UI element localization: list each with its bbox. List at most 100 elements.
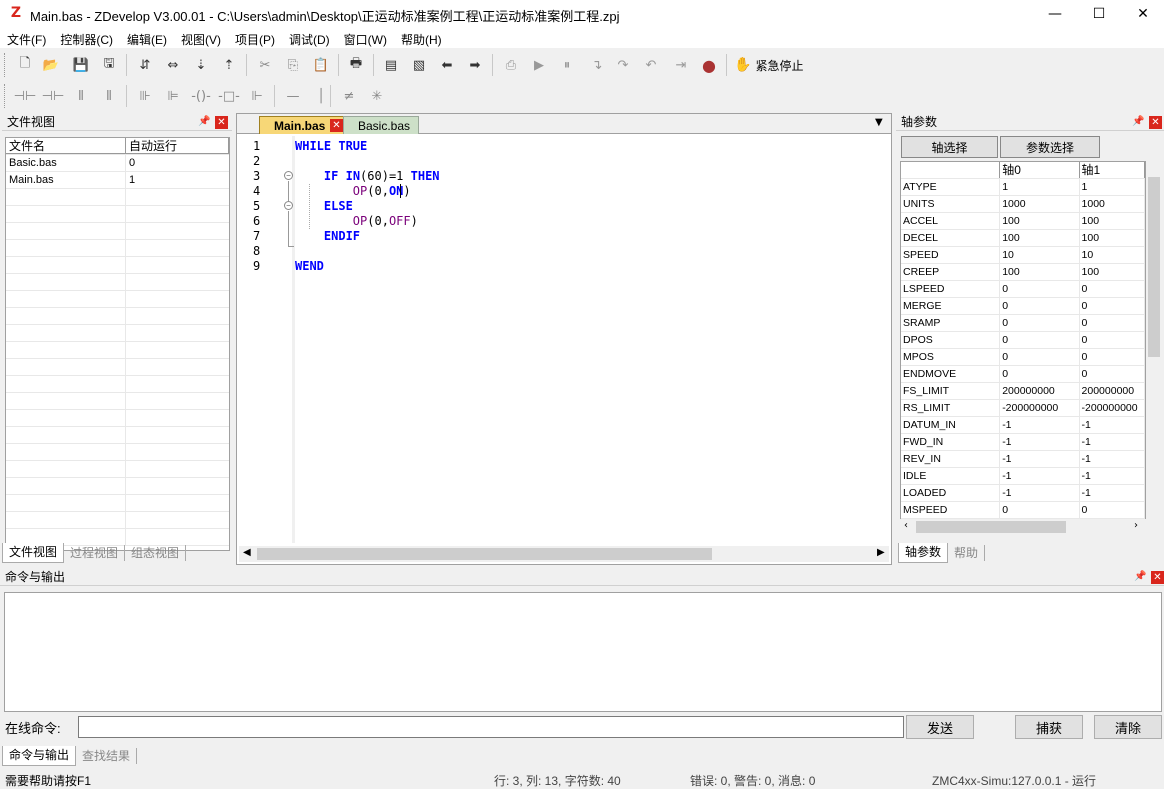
compile-all-icon[interactable]: ▧ bbox=[408, 54, 430, 76]
cut-icon[interactable]: ✂ bbox=[254, 54, 276, 76]
table-row[interactable]: SRAMP 0 0 bbox=[901, 315, 1145, 332]
minimize-button[interactable]: — bbox=[1032, 0, 1078, 28]
connect-icon[interactable]: ⇔ bbox=[162, 54, 184, 76]
tab-main-bas[interactable]: Main.bas ✕ bbox=[259, 116, 345, 134]
fold-toggle-icon[interactable]: − bbox=[284, 201, 293, 210]
menu-project[interactable]: 项目(P) bbox=[228, 28, 282, 48]
axis-select-button[interactable]: 轴选择 bbox=[901, 136, 998, 158]
parallel-nc-icon[interactable]: ⫴ bbox=[98, 85, 120, 107]
tab-process-view[interactable]: 过程视图 bbox=[64, 545, 126, 561]
axis-horizontal-scrollbar[interactable]: ‹ › bbox=[900, 519, 1146, 535]
coil-icon[interactable]: -()- bbox=[190, 85, 212, 107]
table-row[interactable]: MERGE 0 0 bbox=[901, 298, 1145, 315]
run-icon[interactable]: ▶ bbox=[528, 54, 550, 76]
menu-window[interactable]: 窗口(W) bbox=[337, 28, 394, 48]
table-row[interactable]: REV_IN -1 -1 bbox=[901, 451, 1145, 468]
table-row[interactable]: FS_LIMIT 200000000 200000000 bbox=[901, 383, 1145, 400]
capture-button[interactable]: 捕获 bbox=[1015, 715, 1083, 739]
contact-no-icon[interactable]: ⊣⊢ bbox=[14, 85, 37, 107]
table-row[interactable]: ACCEL 100 100 bbox=[901, 213, 1145, 230]
step-into-icon[interactable]: ↴ bbox=[586, 54, 608, 76]
table-row[interactable]: MSPEED 0 0 bbox=[901, 502, 1145, 519]
scroll-left-icon[interactable]: ◀ bbox=[243, 547, 251, 558]
back-arrow-icon[interactable]: ⬅ bbox=[436, 54, 458, 76]
pin-icon[interactable]: 📌 bbox=[1132, 116, 1144, 127]
copy-icon[interactable]: ⎘ bbox=[282, 54, 304, 76]
rising-edge-icon[interactable]: ⊪ bbox=[134, 85, 156, 107]
editor-horizontal-scrollbar[interactable]: ◀ ▶ bbox=[239, 546, 889, 562]
pin-icon[interactable]: 📌 bbox=[198, 116, 210, 127]
debug-start-icon[interactable]: ⎙ bbox=[500, 54, 522, 76]
table-row[interactable]: DATUM_IN -1 -1 bbox=[901, 417, 1145, 434]
instruction-icon[interactable]: -□- bbox=[218, 85, 240, 107]
toolbar-grip[interactable] bbox=[4, 53, 7, 77]
emergency-stop-button[interactable]: ✋ 紧急停止 bbox=[734, 54, 803, 76]
breakpoint-icon[interactable]: ● bbox=[698, 54, 720, 76]
falling-edge-icon[interactable]: ⊫ bbox=[162, 85, 184, 107]
send-button[interactable]: 发送 bbox=[906, 715, 974, 739]
table-row[interactable]: DPOS 0 0 bbox=[901, 332, 1145, 349]
step-over-icon[interactable]: ↷ bbox=[612, 54, 634, 76]
online-command-input[interactable] bbox=[78, 716, 904, 738]
parallel-no-icon[interactable]: ⫴ bbox=[70, 85, 92, 107]
table-row[interactable]: LSPEED 0 0 bbox=[901, 281, 1145, 298]
download-icon[interactable]: ⇵ bbox=[134, 54, 156, 76]
pause-icon[interactable]: ⏸ bbox=[556, 54, 578, 76]
table-row[interactable]: SPEED 10 10 bbox=[901, 247, 1145, 264]
menu-debug[interactable]: 调试(D) bbox=[282, 28, 337, 48]
tab-file-view[interactable]: 文件视图 bbox=[2, 543, 65, 563]
scroll-right-icon[interactable]: › bbox=[1134, 520, 1138, 531]
clear-button[interactable]: 清除 bbox=[1094, 715, 1162, 739]
maximize-button[interactable]: ☐ bbox=[1076, 0, 1122, 28]
scroll-right-icon[interactable]: ▶ bbox=[877, 547, 885, 558]
column-header-axis0[interactable]: 轴0 bbox=[1000, 162, 1080, 178]
scrollbar-thumb[interactable] bbox=[916, 521, 1066, 533]
table-row[interactable]: CREEP 100 100 bbox=[901, 264, 1145, 281]
function-block-icon[interactable]: ⊩ bbox=[246, 85, 268, 107]
vertical-line-icon[interactable]: │ bbox=[310, 85, 332, 107]
compile-icon[interactable]: ▤ bbox=[380, 54, 402, 76]
axis-vertical-scrollbar[interactable] bbox=[1146, 161, 1162, 535]
scroll-left-icon[interactable]: ‹ bbox=[904, 520, 908, 531]
column-header-axis1[interactable]: 轴1 bbox=[1080, 162, 1145, 178]
horizontal-line-icon[interactable]: — bbox=[282, 85, 304, 107]
code-area[interactable]: WHILE TRUE IF IN(60)=1 THEN OP(0,ON) ELS… bbox=[295, 136, 889, 543]
contact-nc-icon[interactable]: ⊣⊢ bbox=[42, 85, 65, 107]
toolbar-grip[interactable] bbox=[4, 84, 7, 108]
menu-file[interactable]: 文件(F) bbox=[0, 28, 53, 48]
pin-icon[interactable]: 📌 bbox=[1134, 571, 1146, 582]
scrollbar-thumb[interactable] bbox=[1148, 177, 1160, 357]
close-pane-icon[interactable]: ✕ bbox=[1151, 571, 1164, 584]
table-row[interactable]: ATYPE 1 1 bbox=[901, 179, 1145, 196]
close-tab-icon[interactable]: ✕ bbox=[330, 119, 343, 132]
menu-help[interactable]: 帮助(H) bbox=[394, 28, 449, 48]
tab-axis-params[interactable]: 轴参数 bbox=[898, 543, 949, 563]
column-header-filename[interactable]: 文件名 bbox=[6, 138, 126, 154]
table-row[interactable]: RS_LIMIT -200000000 -200000000 bbox=[901, 400, 1145, 417]
tab-basic-bas[interactable]: Basic.bas bbox=[343, 116, 419, 134]
forward-arrow-icon[interactable]: ➡ bbox=[464, 54, 486, 76]
tab-help[interactable]: 帮助 bbox=[948, 545, 986, 561]
table-row[interactable]: UNITS 1000 1000 bbox=[901, 196, 1145, 213]
scrollbar-thumb[interactable] bbox=[257, 548, 712, 560]
run-to-cursor-icon[interactable]: ⇥ bbox=[670, 54, 692, 76]
table-row[interactable]: MPOS 0 0 bbox=[901, 349, 1145, 366]
save-icon[interactable]: 💾 bbox=[70, 54, 92, 76]
close-pane-icon[interactable]: ✕ bbox=[1149, 116, 1162, 129]
close-pane-icon[interactable]: ✕ bbox=[215, 116, 228, 129]
menu-edit[interactable]: 编辑(E) bbox=[120, 28, 174, 48]
download-rom-icon[interactable]: ⇡ bbox=[218, 54, 240, 76]
new-file-icon[interactable]: 🗋 bbox=[14, 54, 36, 76]
output-area[interactable] bbox=[4, 592, 1162, 712]
tab-find-results[interactable]: 查找结果 bbox=[76, 748, 138, 764]
delete-horizontal-icon[interactable]: ≠ bbox=[338, 85, 360, 107]
open-folder-icon[interactable]: 📂 bbox=[40, 54, 62, 76]
step-out-icon[interactable]: ↶ bbox=[640, 54, 662, 76]
tab-list-dropdown-icon[interactable]: ▼ bbox=[875, 117, 883, 128]
tab-command-output[interactable]: 命令与输出 bbox=[2, 746, 77, 766]
close-window-button[interactable]: ✕ bbox=[1120, 0, 1164, 28]
save-all-icon[interactable]: 🖫 bbox=[98, 54, 120, 76]
delete-vertical-icon[interactable]: ✳ bbox=[366, 85, 388, 107]
column-header-autorun[interactable]: 自动运行 bbox=[126, 138, 229, 154]
fold-toggle-icon[interactable]: − bbox=[284, 171, 293, 180]
